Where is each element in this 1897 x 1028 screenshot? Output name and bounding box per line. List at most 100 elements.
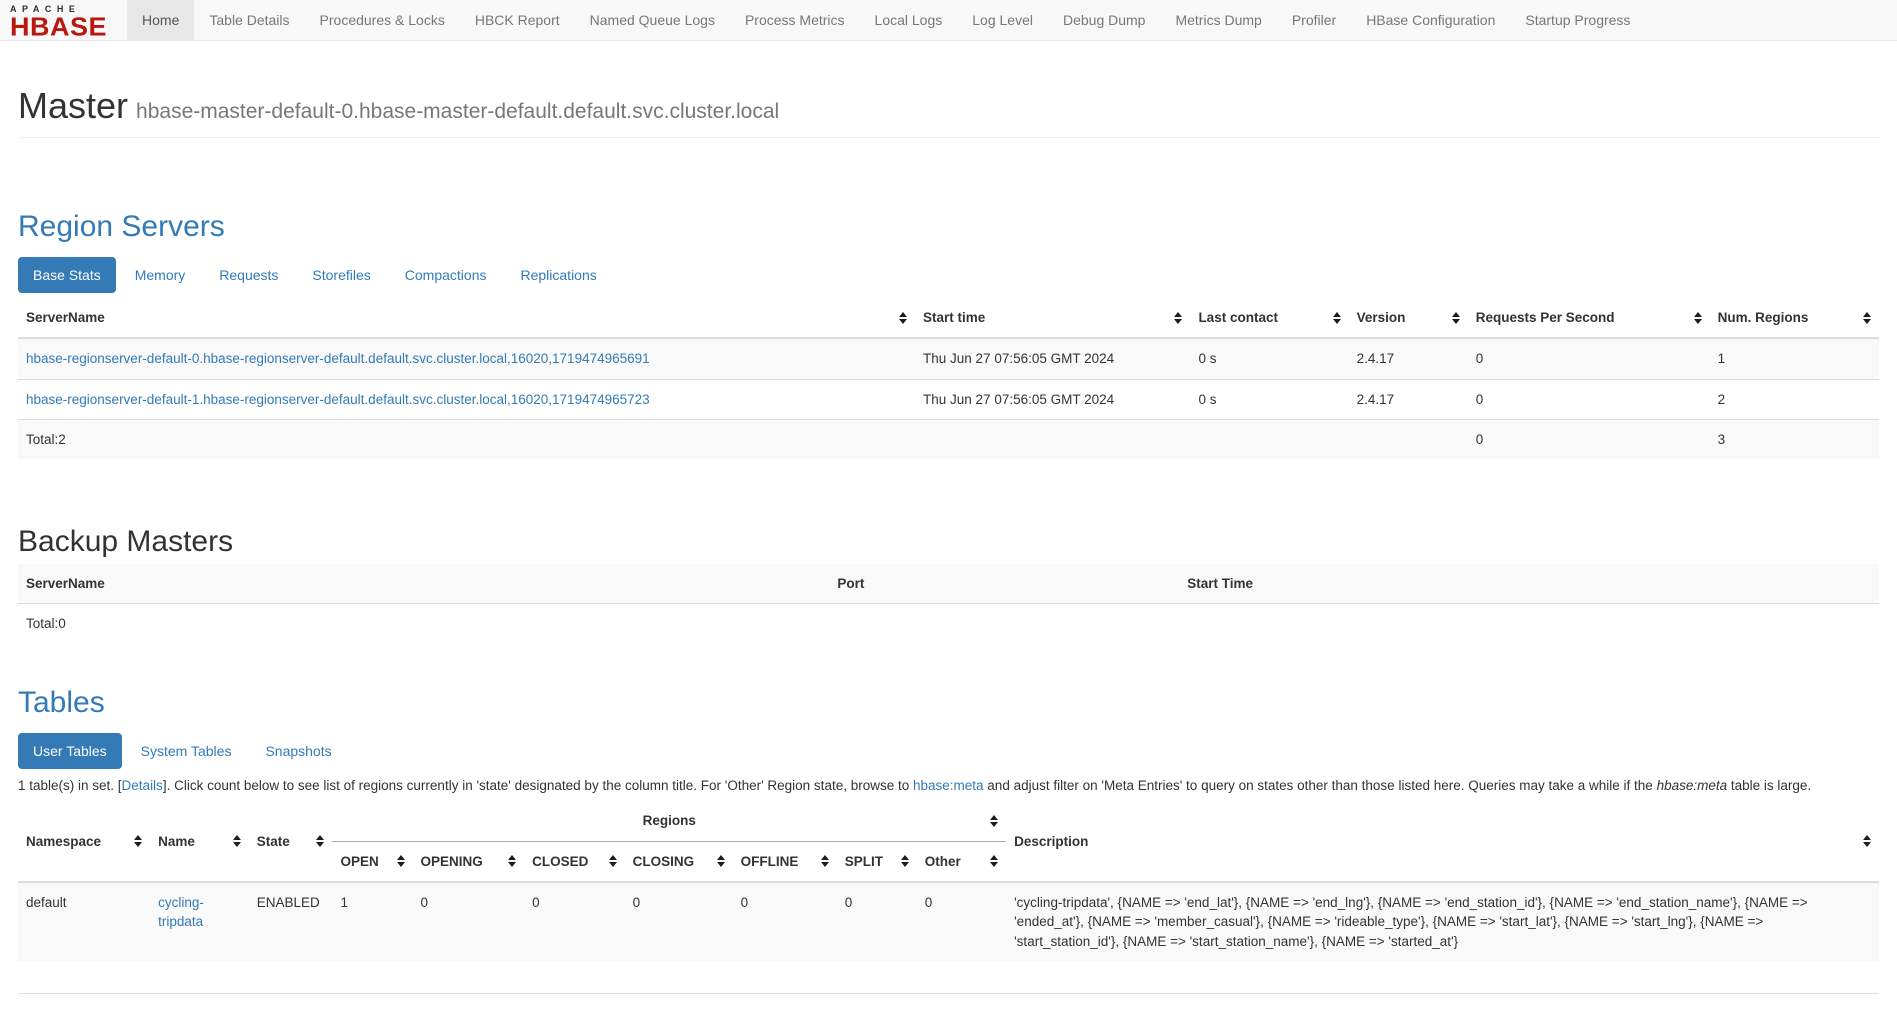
- opening-count[interactable]: 0: [421, 895, 429, 910]
- tab-requests[interactable]: Requests: [204, 257, 293, 293]
- closing-count[interactable]: 0: [633, 895, 641, 910]
- sort-icon[interactable]: [990, 815, 998, 827]
- closed-count[interactable]: 0: [532, 895, 540, 910]
- backup-masters-header-row: ServerName Port Start Time: [18, 564, 1879, 604]
- nav-item-startup-progress[interactable]: Startup Progress: [1510, 0, 1645, 40]
- col-servername: ServerName: [18, 564, 829, 604]
- col-offline[interactable]: OFFLINE: [733, 841, 837, 882]
- nav-item-profiler[interactable]: Profiler: [1277, 0, 1351, 40]
- sort-icon[interactable]: [821, 855, 829, 867]
- col-regions-group[interactable]: Regions: [332, 801, 1006, 841]
- table-name-link[interactable]: cycling-tripdata: [158, 895, 204, 929]
- col-split[interactable]: SPLIT: [837, 841, 917, 882]
- page-title: Master: [18, 85, 128, 126]
- tab-snapshots[interactable]: Snapshots: [250, 733, 346, 769]
- start-time-cell: Thu Jun 27 07:56:05 GMT 2024: [915, 379, 1190, 419]
- col-closed[interactable]: CLOSED: [524, 841, 624, 882]
- tab-system-tables[interactable]: System Tables: [126, 733, 247, 769]
- sort-icon[interactable]: [316, 835, 324, 847]
- sort-icon[interactable]: [899, 312, 907, 324]
- total-label: Total:0: [18, 604, 829, 644]
- tab-compactions[interactable]: Compactions: [390, 257, 502, 293]
- nav-item-hbck-report[interactable]: HBCK Report: [460, 0, 575, 40]
- region-servers-heading: Region Servers: [18, 210, 1879, 244]
- nav-item-procedures-locks[interactable]: Procedures & Locks: [305, 0, 460, 40]
- sort-icon[interactable]: [901, 855, 909, 867]
- hbase-meta-link[interactable]: hbase:meta: [913, 778, 984, 793]
- sort-icon[interactable]: [1174, 312, 1182, 324]
- sort-icon[interactable]: [990, 855, 998, 867]
- version-cell: 2.4.17: [1349, 379, 1468, 419]
- col-name[interactable]: Name: [150, 801, 249, 882]
- other-count[interactable]: 0: [925, 895, 933, 910]
- region-servers-table: ServerName Start time Last contact Versi…: [18, 298, 1879, 459]
- nav-item-local-logs[interactable]: Local Logs: [860, 0, 958, 40]
- col-other[interactable]: Other: [917, 841, 1006, 882]
- sort-icon[interactable]: [508, 855, 516, 867]
- col-version[interactable]: Version: [1349, 298, 1468, 338]
- region-servers-tabs: Base Stats Memory Requests Storefiles Co…: [18, 257, 1879, 293]
- col-start-time[interactable]: Start time: [915, 298, 1190, 338]
- sort-icon[interactable]: [397, 855, 405, 867]
- sort-icon[interactable]: [717, 855, 725, 867]
- offline-count[interactable]: 0: [741, 895, 749, 910]
- sort-icon[interactable]: [609, 855, 617, 867]
- last-contact-cell: 0 s: [1190, 338, 1348, 379]
- col-opening[interactable]: OPENING: [413, 841, 525, 882]
- tab-base-stats[interactable]: Base Stats: [18, 257, 116, 293]
- user-tables-header-row-1: Namespace Name State Regions Description: [18, 801, 1879, 841]
- hbase-meta-italic: hbase:meta: [1657, 778, 1728, 793]
- col-requests-per-second[interactable]: Requests Per Second: [1468, 298, 1710, 338]
- col-description[interactable]: Description: [1006, 801, 1879, 882]
- col-open[interactable]: OPEN: [332, 841, 412, 882]
- tables-tabs: User Tables System Tables Snapshots: [18, 733, 1879, 769]
- col-namespace[interactable]: Namespace: [18, 801, 150, 882]
- nav-item-named-queue-logs[interactable]: Named Queue Logs: [575, 0, 730, 40]
- logo-hbase-text: HBASE: [10, 14, 107, 39]
- nav-item-debug-dump[interactable]: Debug Dump: [1048, 0, 1161, 40]
- total-row: Total:0: [18, 604, 1879, 644]
- tab-replications[interactable]: Replications: [505, 257, 611, 293]
- sort-icon[interactable]: [1333, 312, 1341, 324]
- col-closing[interactable]: CLOSING: [625, 841, 733, 882]
- backup-masters-table: ServerName Port Start Time Total:0: [18, 564, 1879, 644]
- table-row: hbase-regionserver-default-1.hbase-regio…: [18, 379, 1879, 419]
- master-hostname: hbase-master-default-0.hbase-master-defa…: [136, 100, 779, 123]
- col-servername[interactable]: ServerName: [18, 298, 915, 338]
- bottom-divider: [18, 993, 1879, 994]
- version-cell: 2.4.17: [1349, 338, 1468, 379]
- col-num-regions[interactable]: Num. Regions: [1710, 298, 1879, 338]
- open-count[interactable]: 1: [340, 895, 348, 910]
- navbar-menu: Home Table Details Procedures & Locks HB…: [127, 0, 1645, 40]
- col-state[interactable]: State: [249, 801, 333, 882]
- nav-item-metrics-dump[interactable]: Metrics Dump: [1160, 0, 1276, 40]
- tab-storefiles[interactable]: Storefiles: [297, 257, 385, 293]
- region-servers-header-row: ServerName Start time Last contact Versi…: [18, 298, 1879, 338]
- nav-item-process-metrics[interactable]: Process Metrics: [730, 0, 860, 40]
- num-regions-cell: 2: [1710, 379, 1879, 419]
- details-link[interactable]: Details: [122, 778, 163, 793]
- regionserver-link[interactable]: hbase-regionserver-default-1.hbase-regio…: [26, 392, 650, 407]
- rps-cell: 0: [1468, 379, 1710, 419]
- split-count[interactable]: 0: [845, 895, 853, 910]
- regionserver-link[interactable]: hbase-regionserver-default-0.hbase-regio…: [26, 351, 650, 366]
- total-label: Total:2: [18, 419, 915, 459]
- hbase-logo[interactable]: APACHE HBASE: [0, 0, 119, 40]
- nav-item-hbase-configuration[interactable]: HBase Configuration: [1351, 0, 1510, 40]
- nav-item-log-level[interactable]: Log Level: [957, 0, 1048, 40]
- sort-icon[interactable]: [233, 835, 241, 847]
- total-rps: 0: [1468, 419, 1710, 459]
- nav-item-home[interactable]: Home: [127, 0, 194, 40]
- sort-icon[interactable]: [134, 835, 142, 847]
- sort-icon[interactable]: [1863, 312, 1871, 324]
- tab-memory[interactable]: Memory: [120, 257, 201, 293]
- num-regions-cell: 1: [1710, 338, 1879, 379]
- total-row: Total:2 0 3: [18, 419, 1879, 459]
- tab-user-tables[interactable]: User Tables: [18, 733, 122, 769]
- sort-icon[interactable]: [1863, 835, 1871, 847]
- col-last-contact[interactable]: Last contact: [1190, 298, 1348, 338]
- sort-icon[interactable]: [1694, 312, 1702, 324]
- sort-icon[interactable]: [1452, 312, 1460, 324]
- tables-note: 1 table(s) in set. [Details]. Click coun…: [18, 775, 1878, 797]
- nav-item-table-details[interactable]: Table Details: [194, 0, 304, 40]
